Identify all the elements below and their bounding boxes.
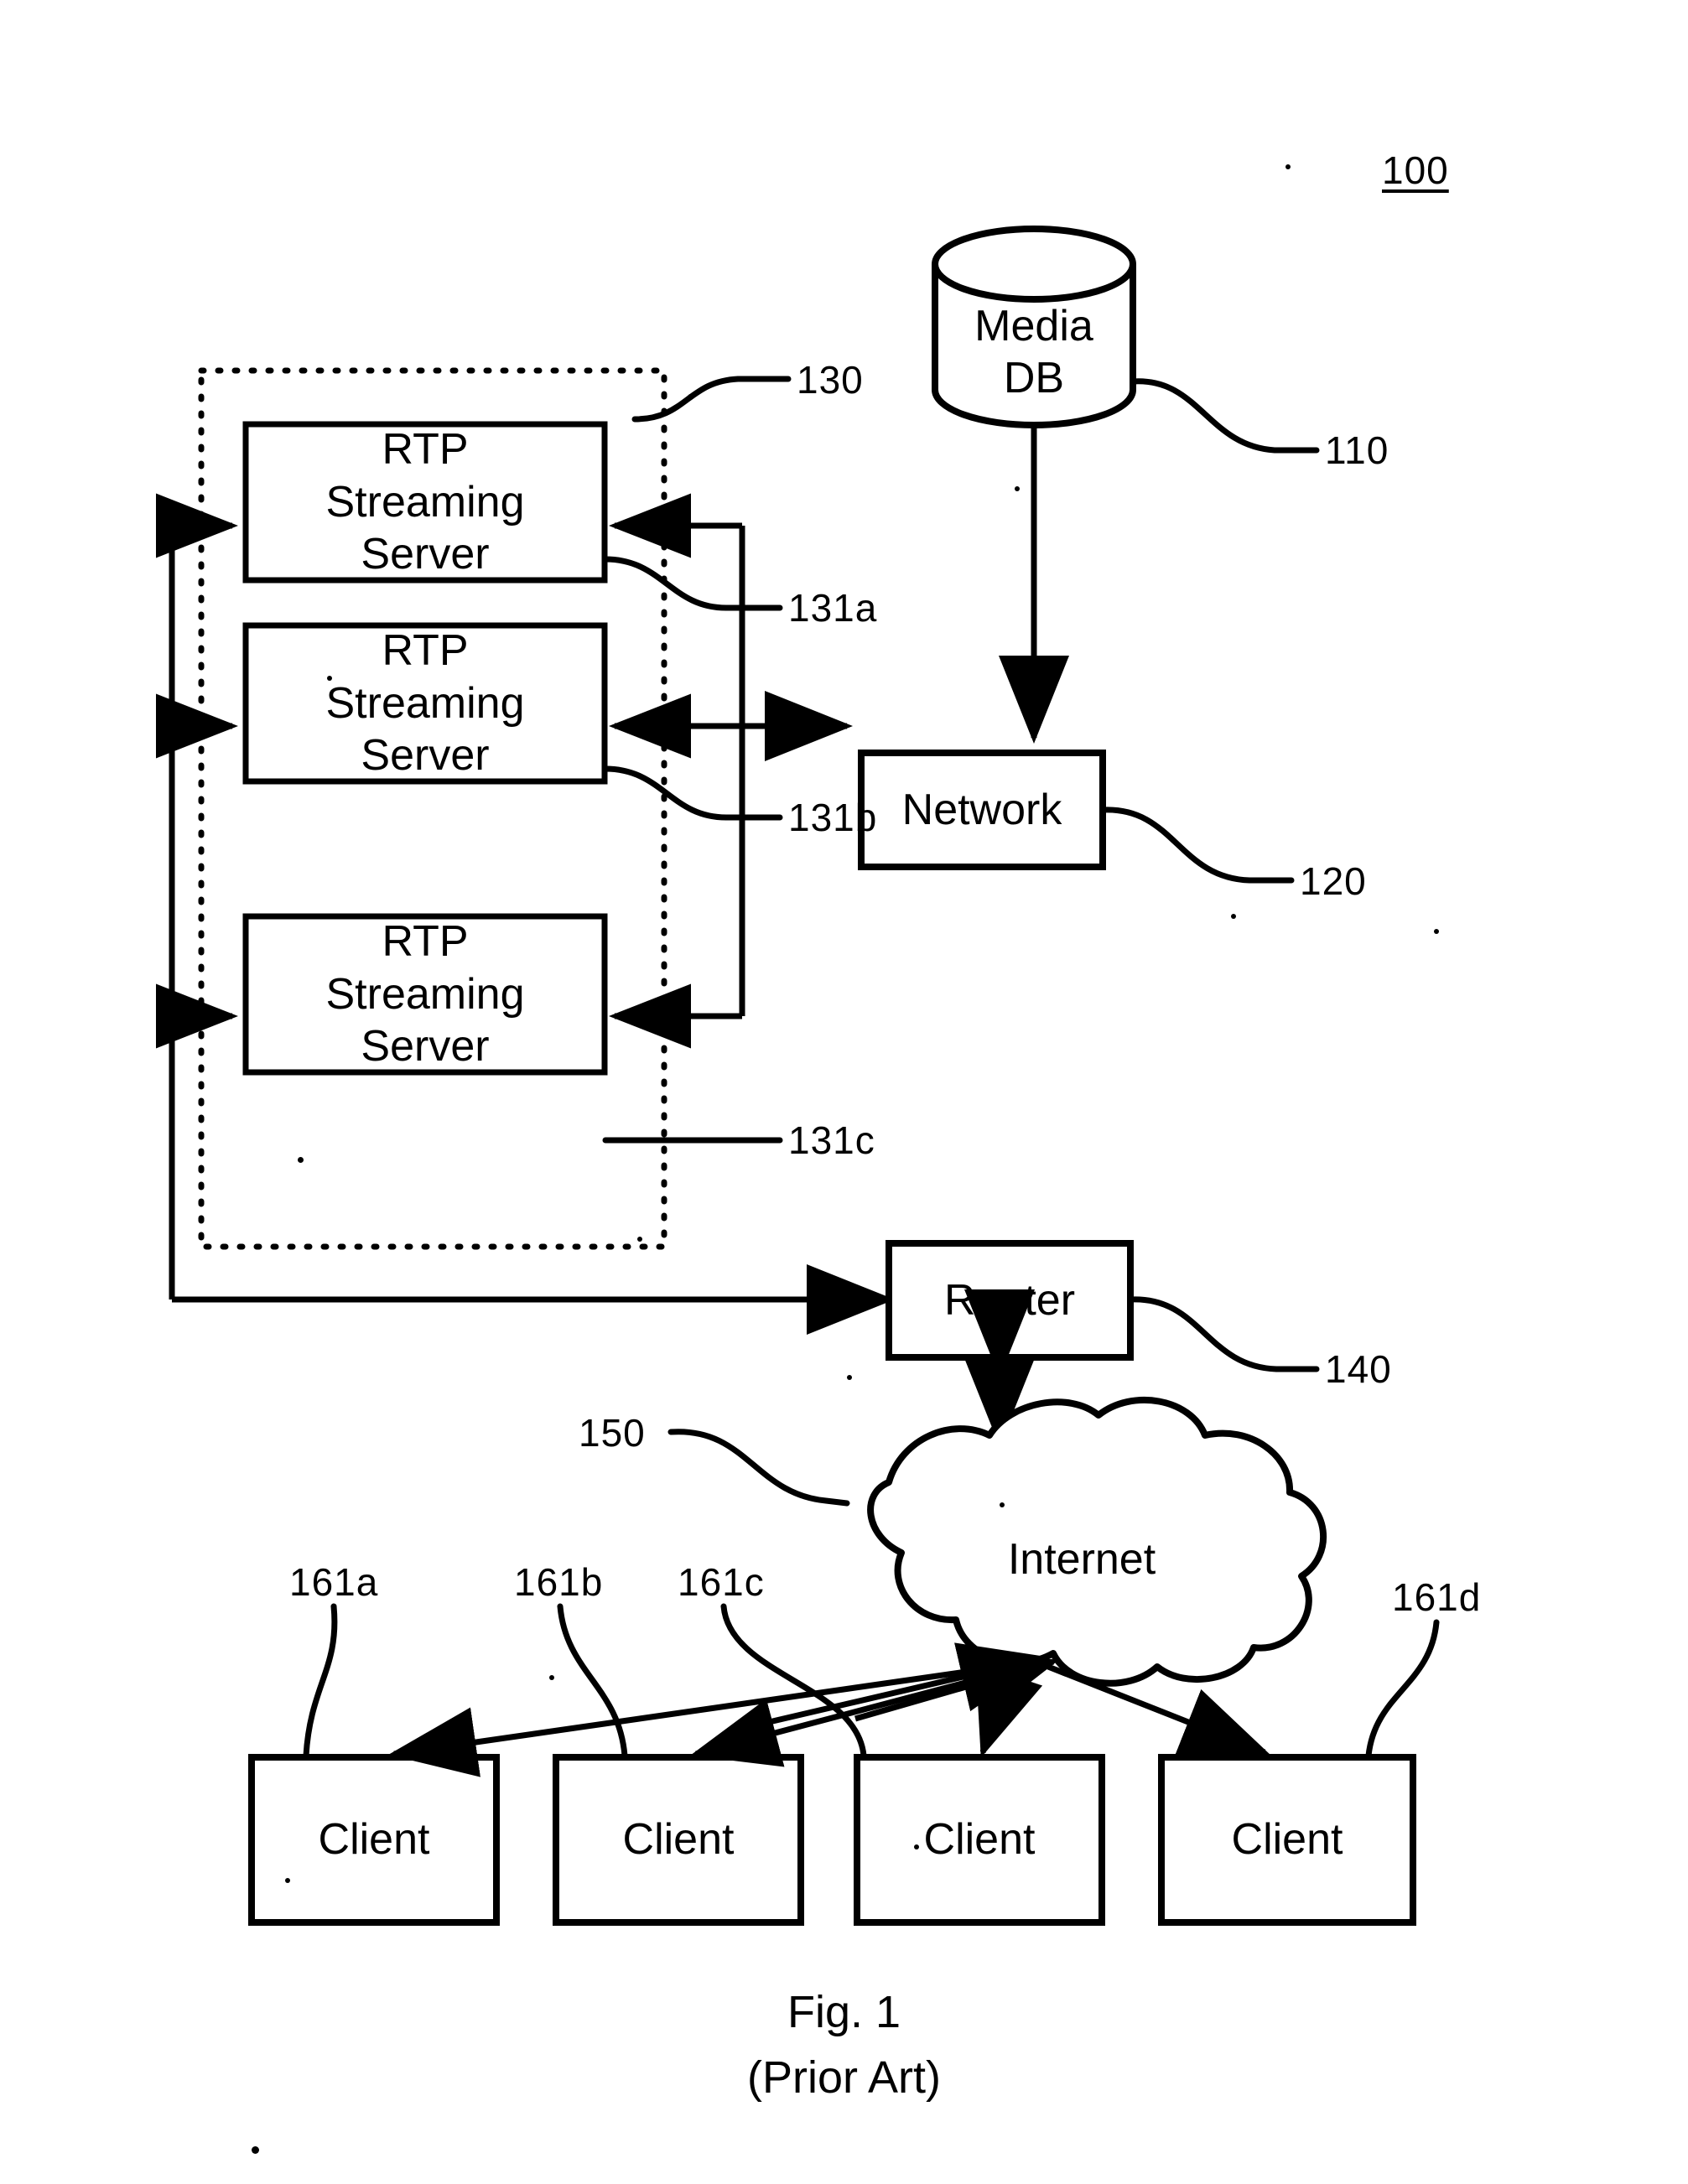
scan-speck (1015, 486, 1020, 491)
reference-120: 120 (1300, 859, 1367, 903)
leader-150 (667, 1429, 850, 1507)
patent-figure-page: 100 Media DB 110 130 RTP Streaming Serve… (0, 0, 1688, 2184)
reference-131b: 131b (788, 796, 878, 839)
reference-150: 150 (579, 1411, 646, 1455)
scan-speck (327, 676, 332, 681)
leader-161d (1365, 1619, 1440, 1759)
scan-speck (1231, 914, 1236, 919)
reference-161c: 161c (678, 1560, 765, 1604)
network-box (858, 750, 1106, 870)
client-to-cloud-arrow-a (754, 1642, 1048, 1729)
client-box-1 (248, 1754, 500, 1926)
reference-140: 140 (1325, 1347, 1392, 1391)
scan-speck (549, 1675, 554, 1680)
reference-161b: 161b (514, 1560, 604, 1604)
figure-caption-line2: (Prior Art) (746, 2052, 941, 2103)
router-box (886, 1240, 1134, 1361)
leader-130 (631, 376, 792, 423)
leader-161b (557, 1603, 628, 1759)
client-box-2 (553, 1754, 804, 1926)
leader-131a (602, 556, 783, 611)
reference-110: 110 (1325, 428, 1389, 472)
figure-caption-line1: Fig. 1 (787, 1987, 901, 2037)
rtp-server-box-1 (242, 421, 608, 584)
scan-speck (847, 1375, 852, 1380)
leader-110 (1130, 378, 1320, 454)
cloud-to-client-1-arrow (388, 1661, 1020, 1777)
scan-speck (252, 2146, 259, 2154)
leader-131b (602, 765, 783, 821)
reference-131a: 131a (788, 586, 878, 630)
rtp-server-box-2 (242, 622, 608, 785)
system-reference-100: 100 (1382, 148, 1449, 192)
client-box-3 (854, 1754, 1105, 1926)
scan-speck (914, 1844, 919, 1849)
reference-130: 130 (797, 358, 864, 402)
scan-speck (637, 1237, 642, 1242)
leader-161c (720, 1603, 867, 1759)
media-db-cylinder (932, 226, 1136, 428)
cloud-to-client-4-arrow (1047, 1663, 1270, 1756)
scan-speck (688, 394, 693, 400)
reference-131c: 131c (788, 1118, 875, 1162)
client-box-4 (1158, 1754, 1416, 1926)
figure-line-art (156, 226, 1440, 1926)
rtp-server-box-3 (242, 913, 608, 1076)
leader-140 (1127, 1296, 1320, 1372)
scan-speck (1285, 164, 1291, 169)
scan-speck (1434, 929, 1439, 934)
scan-speck (298, 1157, 304, 1163)
leader-120 (1099, 807, 1295, 884)
client-to-cloud-arrow-b (854, 1650, 1059, 1722)
scan-speck (285, 1878, 290, 1883)
leader-161a (303, 1603, 338, 1759)
scan-speck (1000, 1502, 1005, 1507)
reference-161d: 161d (1392, 1575, 1482, 1619)
internet-cloud (867, 1397, 1327, 1687)
reference-161a: 161a (289, 1560, 379, 1604)
